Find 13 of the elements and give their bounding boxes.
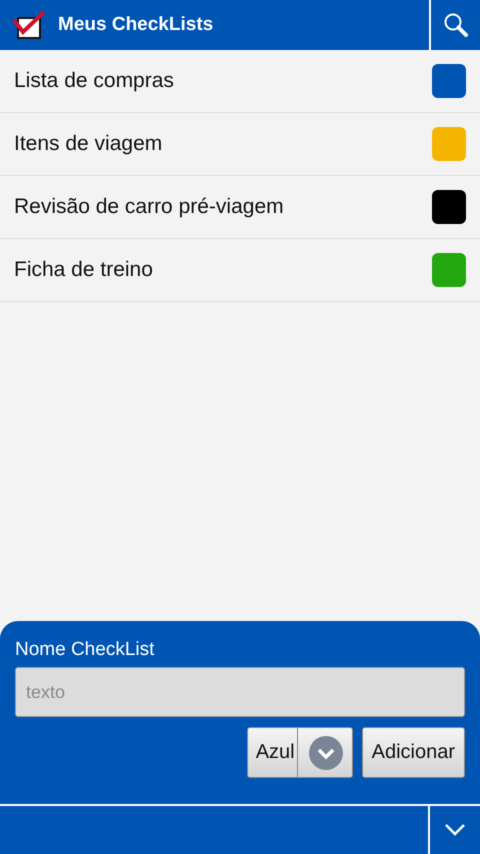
app-title: Meus CheckLists [58, 14, 214, 36]
chevron-down-icon [444, 823, 466, 837]
name-input-field[interactable]: texto [15, 667, 465, 717]
add-button[interactable]: Adicionar [362, 727, 465, 778]
checklist-item[interactable]: Revisão de carro pré-viagem [0, 176, 480, 239]
checklist-item[interactable]: Itens de viagem [0, 113, 480, 176]
search-icon [442, 12, 468, 38]
checklist-item[interactable]: Ficha de treino [0, 239, 480, 302]
field-label: Nome CheckList [15, 639, 156, 661]
checklist-item[interactable]: Lista de compras [0, 50, 480, 113]
checkbox-icon [12, 10, 46, 40]
color-dropdown[interactable]: Azul [246, 727, 353, 778]
chevron-down-icon [308, 736, 343, 770]
